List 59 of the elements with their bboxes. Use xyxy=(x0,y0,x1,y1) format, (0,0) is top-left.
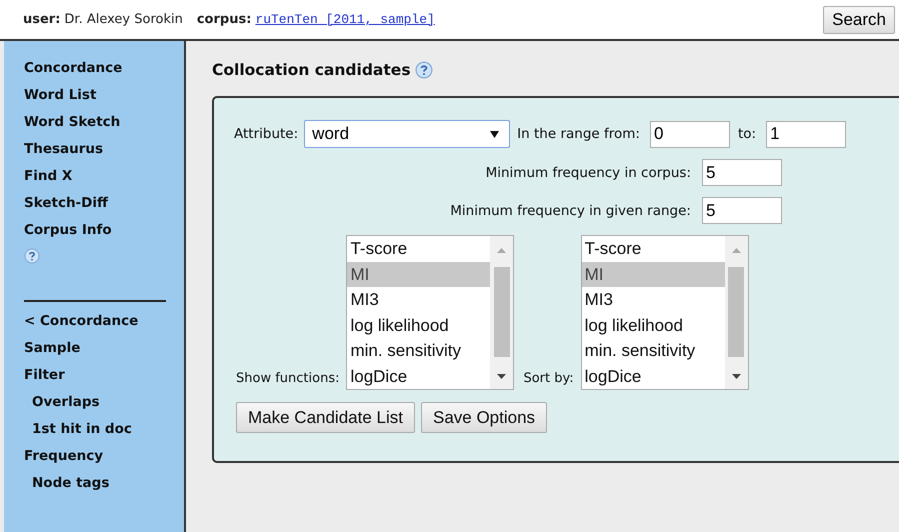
corpus-label: corpus: xyxy=(196,12,252,27)
listbox-label: Show functions: xyxy=(236,371,340,386)
min-range-field[interactable]: 5 xyxy=(702,197,782,224)
attribute-label: Attribute: xyxy=(234,126,298,142)
listbox-option[interactable]: T-score xyxy=(347,236,490,262)
sidebar-item[interactable]: Sketch-Diff xyxy=(24,190,108,217)
range-to-label: to: xyxy=(738,126,756,142)
scroll-down-icon[interactable] xyxy=(732,374,741,379)
scrollbar[interactable] xyxy=(490,236,514,389)
help-icon[interactable] xyxy=(24,248,40,264)
sidebar-item[interactable]: Sample xyxy=(24,335,80,362)
range-from-field[interactable]: 0 xyxy=(650,120,730,148)
help-icon[interactable] xyxy=(414,61,433,79)
function-listbox[interactable]: T-score MI MI3 log likelihood min. sensitivity logDice xyxy=(580,235,749,390)
listbox-option[interactable]: T-score xyxy=(582,236,725,262)
user-name: Dr. Alexey Sorokin xyxy=(64,12,183,27)
listbox-option[interactable]: min. sensitivity xyxy=(582,338,725,364)
listbox-option[interactable]: logDice xyxy=(347,364,490,389)
sidebar-item[interactable]: Filter xyxy=(24,362,65,389)
scroll-up-icon[interactable] xyxy=(732,248,741,253)
listbox-option[interactable]: MI3 xyxy=(347,287,490,312)
sidebar-item[interactable]: Word Sketch xyxy=(24,109,120,136)
sidebar-item[interactable]: Word List xyxy=(24,82,96,109)
sidebar-item[interactable]: Find X xyxy=(24,163,72,190)
listbox-option[interactable]: min. sensitivity xyxy=(347,338,490,364)
dropdown-arrow-icon xyxy=(490,130,500,138)
user-label: user: xyxy=(23,12,60,27)
min-range-label: Minimum frequency in given range: xyxy=(449,202,691,218)
sidebar-item[interactable]: Thesaurus xyxy=(24,136,104,163)
listbox-option[interactable]: log likelihood xyxy=(582,312,725,338)
listbox-option[interactable]: MI3 xyxy=(582,287,725,312)
page-title: Collocation candidates xyxy=(212,61,411,79)
corpus-link[interactable]: ruTenTen [2011, sample] xyxy=(255,12,435,27)
function-listbox[interactable]: T-score MI MI3 log likelihood min. sensitivity logDice xyxy=(346,235,514,390)
range-to-field[interactable]: 1 xyxy=(766,120,846,148)
scroll-up-icon[interactable] xyxy=(497,248,506,253)
sidebar-item[interactable]: Corpus Info xyxy=(24,217,112,244)
range-from-label: In the range from: xyxy=(517,126,640,142)
sidebar-item[interactable]: Overlaps xyxy=(32,389,100,416)
min-corpus-label: Minimum frequency in corpus: xyxy=(484,164,691,180)
min-corpus-field[interactable]: 5 xyxy=(702,159,782,186)
scrollbar[interactable] xyxy=(724,236,748,389)
search-button[interactable]: Search xyxy=(823,6,895,34)
listbox-label: Sort by: xyxy=(523,371,574,386)
listbox-option[interactable]: MI xyxy=(347,262,490,287)
listbox-option[interactable]: MI xyxy=(582,262,725,287)
sidebar-item[interactable]: Concordance xyxy=(24,55,122,82)
scroll-thumb[interactable] xyxy=(494,266,510,356)
sidebar-item[interactable]: < Concordance xyxy=(24,308,138,335)
sidebar-item[interactable]: Frequency xyxy=(24,443,104,470)
scroll-down-icon[interactable] xyxy=(497,374,506,379)
scroll-thumb[interactable] xyxy=(728,266,744,356)
listbox-option[interactable]: logDice xyxy=(582,364,725,389)
sidebar-item[interactable]: Node tags xyxy=(32,470,110,497)
form-button[interactable]: Save Options xyxy=(420,402,548,433)
listbox-option[interactable]: log likelihood xyxy=(347,312,490,338)
attribute-select[interactable]: word xyxy=(304,120,510,148)
form-button[interactable]: Make Candidate List xyxy=(236,402,415,433)
sidebar-item[interactable]: 1st hit in doc xyxy=(32,416,132,443)
